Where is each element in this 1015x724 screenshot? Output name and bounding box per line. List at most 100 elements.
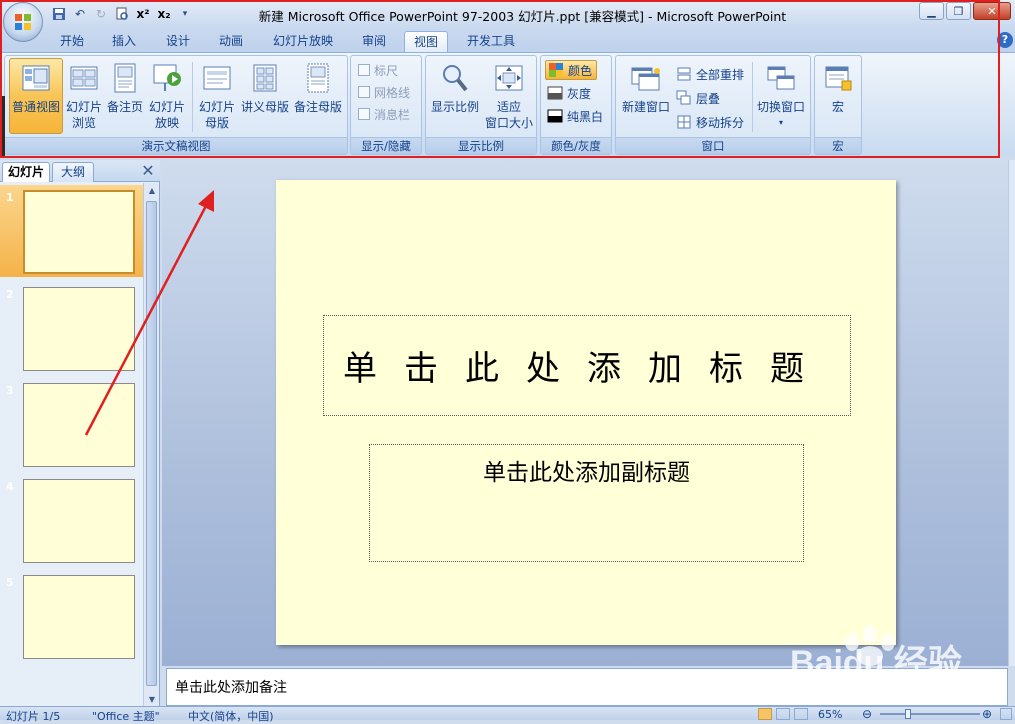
move-split-icon [677,115,691,129]
group-divider [752,62,753,132]
zoom-slider-thumb[interactable] [905,709,911,719]
move-split-button[interactable]: 移动拆分 [676,112,744,132]
slide-number: 5 [6,576,14,589]
slide-thumbnail[interactable] [23,190,135,274]
notes-placeholder: 单击此处添加备注 [175,680,287,696]
help-icon[interactable]: ? [997,32,1013,48]
window-controls: ▁ ❐ ✕ [919,2,1011,20]
slide-thumbnail[interactable] [23,479,135,563]
tab-home[interactable]: 开始 [50,31,94,52]
ribbon: 普通视图 幻灯片 浏览 备注页 幻灯片 放映 幻灯片 母版 讲义母版 备注母版 [0,52,1015,156]
zoom-slider[interactable] [880,713,980,715]
close-icon[interactable]: ✕ [140,162,156,180]
scrollbar-thumb[interactable] [146,201,157,686]
slide-sorter-icon [70,66,98,90]
slide-thumbnail[interactable] [23,383,135,467]
slideshow-button[interactable]: 幻灯片 放映 [145,58,189,134]
handout-master-button[interactable]: 讲义母版 [239,58,291,134]
slide-thumbnail-row[interactable]: 4 [0,474,143,566]
slides-pane-scrollbar[interactable]: ▲ ▼ [143,183,159,708]
slide-thumbnails: 1 2 3 4 5 [0,183,143,708]
new-window-icon [631,67,660,91]
group-presentation-views: 普通视图 幻灯片 浏览 备注页 幻灯片 放映 幻灯片 母版 讲义母版 备注母版 [4,55,348,155]
group-show-hide: 标尺 网格线 消息栏 显示/隐藏 [350,55,422,155]
notes-pane[interactable]: 单击此处添加备注 [166,668,1008,706]
subtitle-placeholder[interactable]: 单击此处添加副标题 [369,444,804,562]
tab-insert[interactable]: 插入 [102,31,146,52]
tab-slides[interactable]: 幻灯片 [2,162,50,182]
macros-button[interactable]: 宏 [817,58,859,134]
tab-slideshow[interactable]: 幻灯片放映 [263,31,343,52]
scroll-down-icon[interactable]: ▼ [145,693,159,707]
group-label-color-grayscale: 颜色/灰度 [541,137,611,154]
slide-thumbnail[interactable] [23,575,135,659]
notes-master-button[interactable]: 备注母版 [291,58,345,134]
office-button[interactable] [3,2,43,42]
message-bar-check[interactable] [358,108,370,120]
fit-to-window-icon [495,65,523,91]
slide-number: 4 [6,480,14,493]
close-icon[interactable]: ✕ [973,2,1011,20]
grayscale-icon [547,86,563,100]
gridlines-check[interactable] [358,86,370,98]
title-placeholder[interactable]: 单击此处添加标题 [323,315,851,416]
tab-view[interactable]: 视图 [404,31,448,52]
fit-slide-icon[interactable] [1000,708,1012,720]
tab-animations[interactable]: 动画 [208,31,254,52]
slide-canvas[interactable]: 单击此处添加标题 单击此处添加副标题 [276,180,896,645]
subtitle-placeholder-text: 单击此处添加副标题 [483,460,690,486]
color-icon [549,63,563,77]
theme-name: "Office 主题" [92,710,160,723]
tab-outline[interactable]: 大纲 [52,162,94,182]
restore-icon[interactable]: ❐ [946,2,971,20]
slide-editor: 单击此处添加标题 单击此处添加副标题 [162,160,1008,666]
message-bar-checkbox[interactable]: 消息栏 [358,104,410,124]
normal-view-button[interactable]: 普通视图 [9,58,63,134]
slide-master-button[interactable]: 幻灯片 母版 [195,58,239,134]
switch-windows-button[interactable]: 切换窗口 ▾ [754,58,808,134]
slide-sorter-status-icon[interactable] [776,708,790,720]
group-zoom: 显示比例 适应 窗口大小 显示比例 [425,55,537,155]
gridlines-checkbox[interactable]: 网格线 [358,82,410,102]
scroll-up-icon[interactable]: ▲ [145,184,159,198]
slide-sorter-button[interactable]: 幻灯片 浏览 [63,58,105,134]
window-edge [0,96,5,156]
cascade-icon [676,90,691,105]
black-white-button[interactable]: 纯黑白 [547,106,603,126]
group-label-show-hide: 显示/隐藏 [351,137,421,154]
notes-page-button[interactable]: 备注页 [105,58,145,134]
fit-to-window-button[interactable]: 适应 窗口大小 [482,58,536,134]
tab-developer[interactable]: 开发工具 [458,31,524,52]
minimize-icon[interactable]: ▁ [919,2,944,20]
slideshow-status-icon[interactable] [794,708,808,720]
zoom-out-icon[interactable]: ⊖ [862,708,872,720]
slide-thumbnail-row[interactable]: 1 [0,185,143,277]
cascade-button[interactable]: 层叠 [676,88,720,108]
normal-view-status-icon[interactable] [758,708,772,720]
color-button[interactable]: 颜色 [545,60,597,80]
new-window-button[interactable]: 新建窗口 [618,58,674,134]
zoom-level[interactable]: 65% [818,708,842,721]
slide-thumbnail[interactable] [23,287,135,371]
slide-number: 2 [6,288,14,301]
tab-design[interactable]: 设计 [156,31,200,52]
grayscale-button[interactable]: 灰度 [547,83,591,103]
slide-thumbnail-row[interactable]: 3 [0,378,143,470]
slide-thumbnail-row[interactable]: 5 [0,570,143,662]
zoom-in-icon[interactable]: ⊕ [982,708,992,720]
slides-pane: 幻灯片 大纲 ✕ 1 2 3 4 5 ▲ ▼ [0,160,160,708]
slide-thumbnail-row[interactable]: 2 [0,282,143,374]
arrange-all-button[interactable]: 全部重排 [676,64,744,84]
editor-scrollbar[interactable] [1008,160,1015,666]
slide-counter: 幻灯片 1/5 [6,710,61,723]
ruler-check[interactable] [358,64,370,76]
ribbon-tab-bar: 开始 插入 设计 动画 幻灯片放映 审阅 视图 开发工具 ? [0,28,1015,52]
slides-pane-tabs: 幻灯片 大纲 ✕ [0,160,160,182]
tab-review[interactable]: 审阅 [352,31,396,52]
ruler-checkbox[interactable]: 标尺 [358,60,398,80]
language: 中文(简体，中国) [188,710,274,723]
group-label-window: 窗口 [616,137,810,154]
window-title: 新建 Microsoft Office PowerPoint 97-2003 幻… [258,9,787,24]
zoom-button[interactable]: 显示比例 [428,58,482,134]
normal-view-icon [22,65,50,91]
